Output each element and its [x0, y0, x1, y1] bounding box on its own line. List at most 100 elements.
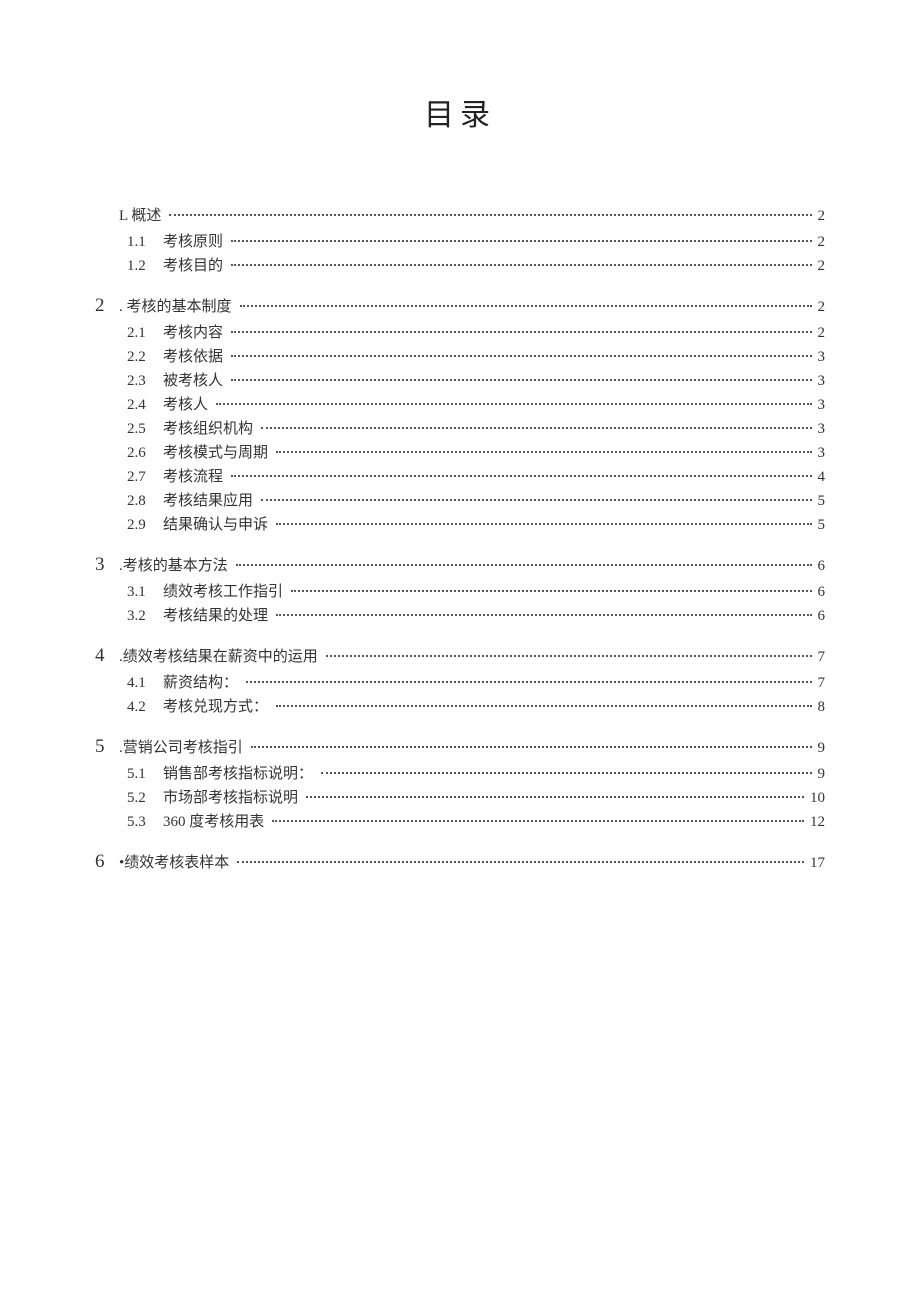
toc-leader: [216, 403, 811, 405]
toc-entry-row: 2.3被考核人3: [127, 369, 825, 393]
toc-page: 目录 L 概述21.1考核原则21.2考核目的22. 考核的基本制度22.1考核…: [0, 0, 920, 1301]
toc-entry-row: 1.2考核目的2: [127, 254, 825, 278]
toc-entry-number: 2.5: [127, 417, 163, 441]
toc-page-number: 3: [816, 441, 826, 465]
toc-leader: [276, 705, 811, 707]
toc-entry-number: 5.3: [127, 810, 163, 834]
toc-entry-label: 绩效考核工作指引: [163, 580, 283, 604]
toc-entry-number: 3.2: [127, 604, 163, 628]
toc-page-number: 2: [816, 295, 826, 319]
toc-chapter-row: 2. 考核的基本制度2: [95, 294, 825, 319]
toc-entry-label: 考核模式与周期: [163, 441, 268, 465]
toc-chapter-number: 4: [95, 644, 119, 668]
toc-entry-label: 薪资结构：: [163, 671, 238, 695]
toc-entry-row: 5.1销售部考核指标说明：9: [127, 762, 825, 786]
toc-leader: [326, 655, 812, 657]
toc-leader: [321, 772, 811, 774]
toc-chapter-row: L 概述 2: [95, 204, 825, 228]
toc-page-number: 7: [816, 645, 826, 669]
toc-page-number: 5: [816, 513, 826, 537]
toc-page-number: 12: [808, 810, 825, 834]
toc-entry-number: 3.1: [127, 580, 163, 604]
toc-leader: [306, 796, 804, 798]
toc-chapter-row: 6•绩效考核表样本17: [95, 850, 825, 875]
toc-entry-label: 考核人: [163, 393, 208, 417]
toc-chapter-number: 3: [95, 553, 119, 577]
toc-entry-label: 结果确认与申诉: [163, 513, 268, 537]
toc-page-number: 9: [816, 762, 826, 786]
toc-entry-label: 考核兑现方式：: [163, 695, 268, 719]
toc-page-number: 10: [808, 786, 825, 810]
toc-chapter-label: L 概述: [119, 204, 161, 228]
toc-leader: [240, 305, 812, 307]
toc-page-number: 7: [816, 671, 826, 695]
toc-entry-row: 2.4考核人 3: [127, 393, 825, 417]
toc-entry-number: 2.4: [127, 393, 163, 417]
toc-chapter-row: 4.绩效考核结果在薪资中的运用7: [95, 644, 825, 669]
toc-chapter-label: •绩效考核表样本: [119, 851, 229, 875]
toc-page-number: 3: [816, 393, 826, 417]
toc-page-number: 8: [816, 695, 826, 719]
toc-entry-row: 2.9结果确认与申诉 5: [127, 513, 825, 537]
toc-leader: [231, 264, 811, 266]
toc-chapter-number: 5: [95, 735, 119, 759]
toc-entry-number: 2.3: [127, 369, 163, 393]
toc-entry-label: 考核目的: [163, 254, 223, 278]
toc-entry-number: 5.1: [127, 762, 163, 786]
toc-entry-number: 1.2: [127, 254, 163, 278]
toc-chapter-label: .考核的基本方法: [119, 554, 228, 578]
toc-entry-number: 2.2: [127, 345, 163, 369]
toc-leader: [231, 355, 811, 357]
toc-leader: [169, 214, 811, 216]
toc-entry-row: 3.2考核结果的处理6: [127, 604, 825, 628]
toc-page-number: 2: [816, 204, 826, 228]
toc-entry-label: 考核结果应用: [163, 489, 253, 513]
toc-chapter-label: . 考核的基本制度: [119, 295, 232, 319]
toc-entry-label: 被考核人: [163, 369, 223, 393]
toc-page-number: 3: [816, 417, 826, 441]
toc-leader: [261, 499, 811, 501]
toc-entry-label: 360 度考核用表: [163, 810, 264, 834]
toc-entry-label: 市场部考核指标说明: [163, 786, 298, 810]
toc-entry-number: 4.2: [127, 695, 163, 719]
toc-leader: [261, 427, 811, 429]
toc-leader: [251, 746, 812, 748]
toc-entry-number: 2.6: [127, 441, 163, 465]
toc-entry-number: 2.7: [127, 465, 163, 489]
toc-entry-label: 考核依据: [163, 345, 223, 369]
toc-entry-row: 5.3360 度考核用表 12: [127, 810, 825, 834]
toc-chapter-row: 3.考核的基本方法 6: [95, 553, 825, 578]
toc-leader: [246, 681, 811, 683]
toc-page-number: 6: [816, 604, 826, 628]
toc-entry-row: 4.1薪资结构：7: [127, 671, 825, 695]
toc-leader: [231, 240, 811, 242]
toc-page-number: 2: [816, 230, 826, 254]
toc-leader: [236, 564, 812, 566]
toc-leader: [276, 451, 811, 453]
toc-leader: [276, 523, 811, 525]
page-title: 目录: [95, 90, 825, 134]
toc-leader: [291, 590, 811, 592]
toc-entry-label: 考核流程: [163, 465, 223, 489]
toc-entry-row: 1.1考核原则2: [127, 230, 825, 254]
toc-leader: [272, 820, 804, 822]
toc-leader: [276, 614, 811, 616]
toc-entry-number: 2.1: [127, 321, 163, 345]
toc-page-number: 6: [816, 554, 826, 578]
toc-entry-row: 2.5考核组织机构3: [127, 417, 825, 441]
toc-chapter-label: .营销公司考核指引: [119, 736, 243, 760]
toc-entry-row: 2.1考核内容2: [127, 321, 825, 345]
toc-leader: [237, 861, 804, 863]
toc-entry-number: 5.2: [127, 786, 163, 810]
toc-page-number: 9: [816, 736, 826, 760]
toc-leader: [231, 475, 811, 477]
toc-chapter-number: 2: [95, 294, 119, 318]
toc-entry-row: 4.2考核兑现方式： 8: [127, 695, 825, 719]
toc-entry-number: 2.8: [127, 489, 163, 513]
toc-page-number: 17: [808, 851, 825, 875]
toc-page-number: 2: [816, 321, 826, 345]
toc-entry-number: 2.9: [127, 513, 163, 537]
toc-entry-row: 5.2市场部考核指标说明 10: [127, 786, 825, 810]
toc-entry-row: 3.1绩效考核工作指引6: [127, 580, 825, 604]
toc-list: L 概述21.1考核原则21.2考核目的22. 考核的基本制度22.1考核内容2…: [95, 204, 825, 875]
